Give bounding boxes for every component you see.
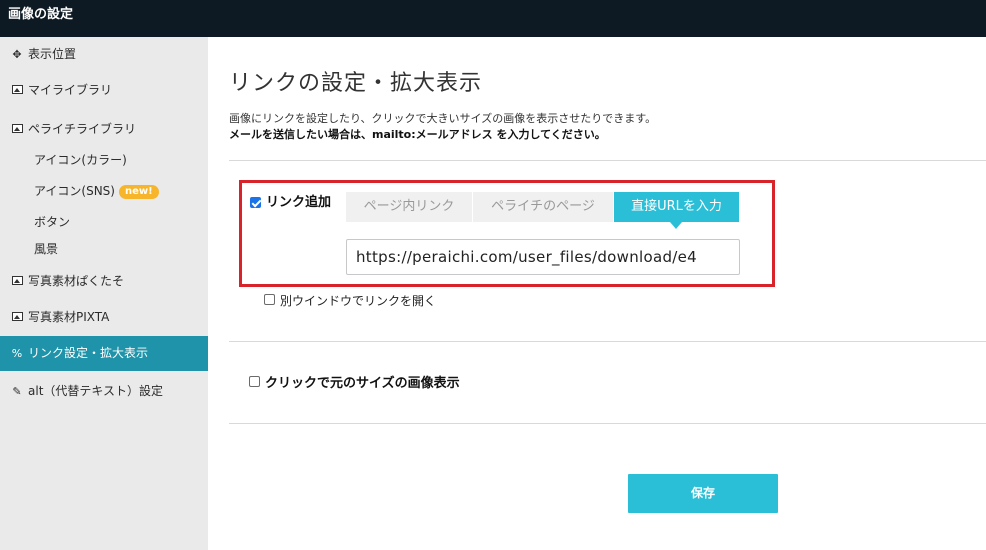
sidebar-subitem-icon-color[interactable]: アイコン(カラー): [34, 152, 127, 168]
sidebar-item-position[interactable]: ✥ 表示位置: [0, 37, 208, 72]
new-badge: new!: [118, 184, 159, 199]
image-icon: [10, 264, 24, 299]
sidebar-subitem-icon-sns[interactable]: アイコン(SNS) new!: [34, 183, 159, 199]
sidebar-subitem-button[interactable]: ボタン: [34, 214, 70, 230]
sidebar-item-label: ペライチライブラリ: [28, 122, 137, 136]
image-icon: [10, 112, 24, 147]
divider: [229, 160, 986, 161]
pencil-icon: ✎: [12, 385, 22, 398]
open-new-window-checkbox[interactable]: [264, 294, 275, 305]
divider: [229, 341, 986, 342]
active-tab-pointer: [670, 222, 682, 229]
mailto-hint-text: メールを送信したい場合は、mailto:メールアドレス を入力してください。: [229, 128, 606, 141]
sidebar-item-label: 写真素材ぱくたそ: [28, 274, 125, 288]
link-icon: %: [11, 347, 23, 360]
link-add-checkbox[interactable]: [250, 197, 261, 208]
sidebar-item-label: マイライブラリ: [28, 83, 113, 97]
save-button[interactable]: 保存: [628, 474, 778, 513]
tab-direct-url[interactable]: 直接URLを入力: [614, 192, 739, 222]
sidebar-item-label: 写真素材PIXTA: [28, 310, 110, 324]
sidebar-item-label: alt（代替テキスト）設定: [28, 384, 164, 398]
sidebar-item-alt-text[interactable]: ✎ alt（代替テキスト）設定: [0, 374, 208, 409]
description-text: 画像にリンクを設定したり、クリックで大きいサイズの画像を表示させたりできます。: [229, 112, 657, 125]
top-bar: 画像の設定: [0, 0, 986, 37]
move-icon: ✥: [12, 48, 22, 61]
sidebar-item-link-settings[interactable]: % リンク設定・拡大表示: [0, 336, 208, 371]
tab-peraichi-page[interactable]: ペライチのページ: [473, 192, 613, 222]
sidebar-item-label: 表示位置: [28, 47, 77, 61]
page-title: リンクの設定・拡大表示: [229, 71, 483, 96]
sidebar-subitem-scenery[interactable]: 風景: [34, 241, 58, 257]
image-icon: [10, 300, 24, 335]
sidebar-item-my-library[interactable]: マイライブラリ: [0, 73, 208, 108]
image-icon: [10, 73, 24, 108]
sidebar-item-pakutaso[interactable]: 写真素材ぱくたそ: [0, 264, 208, 299]
dialog-title: 画像の設定: [8, 7, 74, 22]
original-size-checkbox[interactable]: [249, 376, 260, 387]
sidebar-item-label: リンク設定・拡大表示: [28, 346, 149, 360]
open-new-window-label: 別ウインドウでリンクを開く: [280, 294, 437, 308]
link-add-label: リンク追加: [266, 195, 332, 210]
divider: [229, 423, 986, 424]
sidebar-item-peraichi-library[interactable]: ペライチライブラリ: [0, 112, 208, 147]
sidebar: ✥ 表示位置 マイライブラリ ペライチライブラリ アイコン(カラー) アイコン(S…: [0, 37, 208, 550]
url-input[interactable]: [346, 239, 740, 275]
sidebar-item-pixta[interactable]: 写真素材PIXTA: [0, 300, 208, 335]
tab-page-internal-link[interactable]: ページ内リンク: [346, 192, 472, 222]
sidebar-subitem-label: アイコン(SNS): [34, 184, 115, 198]
original-size-label: クリックで元のサイズの画像表示: [265, 376, 460, 391]
